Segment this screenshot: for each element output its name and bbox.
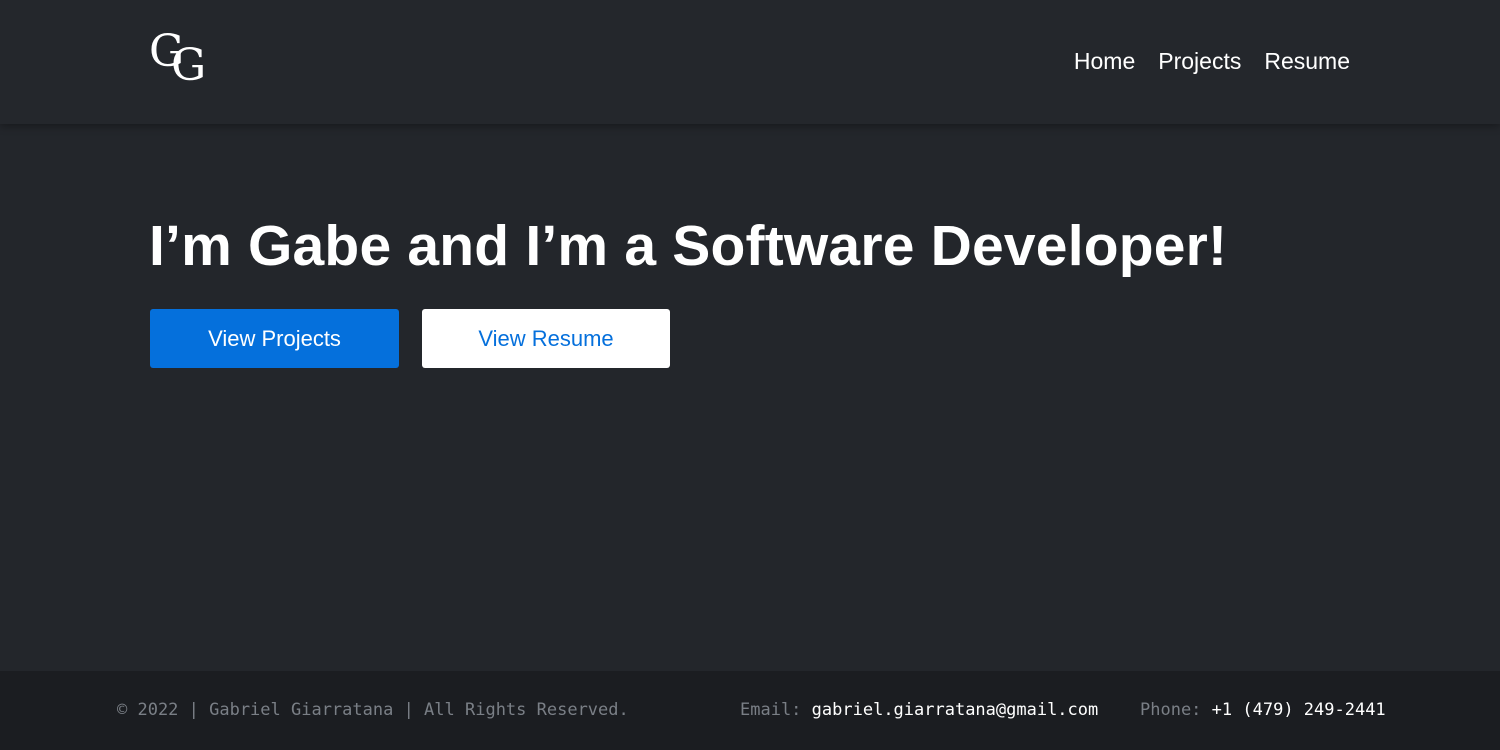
nav-link-resume[interactable]: Resume	[1264, 44, 1350, 78]
nav-link-projects[interactable]: Projects	[1158, 44, 1241, 78]
hero-headline: I’m Gabe and I’m a Software Developer!	[149, 214, 1228, 278]
logo[interactable]: G G	[149, 30, 211, 92]
email-label: Email:	[740, 700, 802, 720]
view-projects-button[interactable]: View Projects	[150, 309, 399, 368]
logo-letter-2: G	[171, 40, 207, 91]
footer-email: Email: gabriel.giarratana@gmail.com	[740, 700, 1098, 720]
hero-section: I’m Gabe and I’m a Software Developer! V…	[0, 124, 1500, 671]
phone-link[interactable]: +1 (479) 249-2441	[1212, 700, 1386, 720]
view-resume-button[interactable]: View Resume	[422, 309, 670, 368]
main-nav: Home Projects Resume	[1074, 44, 1350, 78]
copyright-text: © 2022 | Gabriel Giarratana | All Rights…	[117, 700, 629, 720]
footer-phone: Phone: +1 (479) 249-2441	[1140, 700, 1386, 720]
site-header: G G Home Projects Resume	[0, 0, 1500, 124]
site-footer: © 2022 | Gabriel Giarratana | All Rights…	[0, 671, 1500, 750]
phone-label: Phone:	[1140, 700, 1202, 720]
email-link[interactable]: gabriel.giarratana@gmail.com	[812, 700, 1099, 720]
nav-link-home[interactable]: Home	[1074, 44, 1135, 78]
